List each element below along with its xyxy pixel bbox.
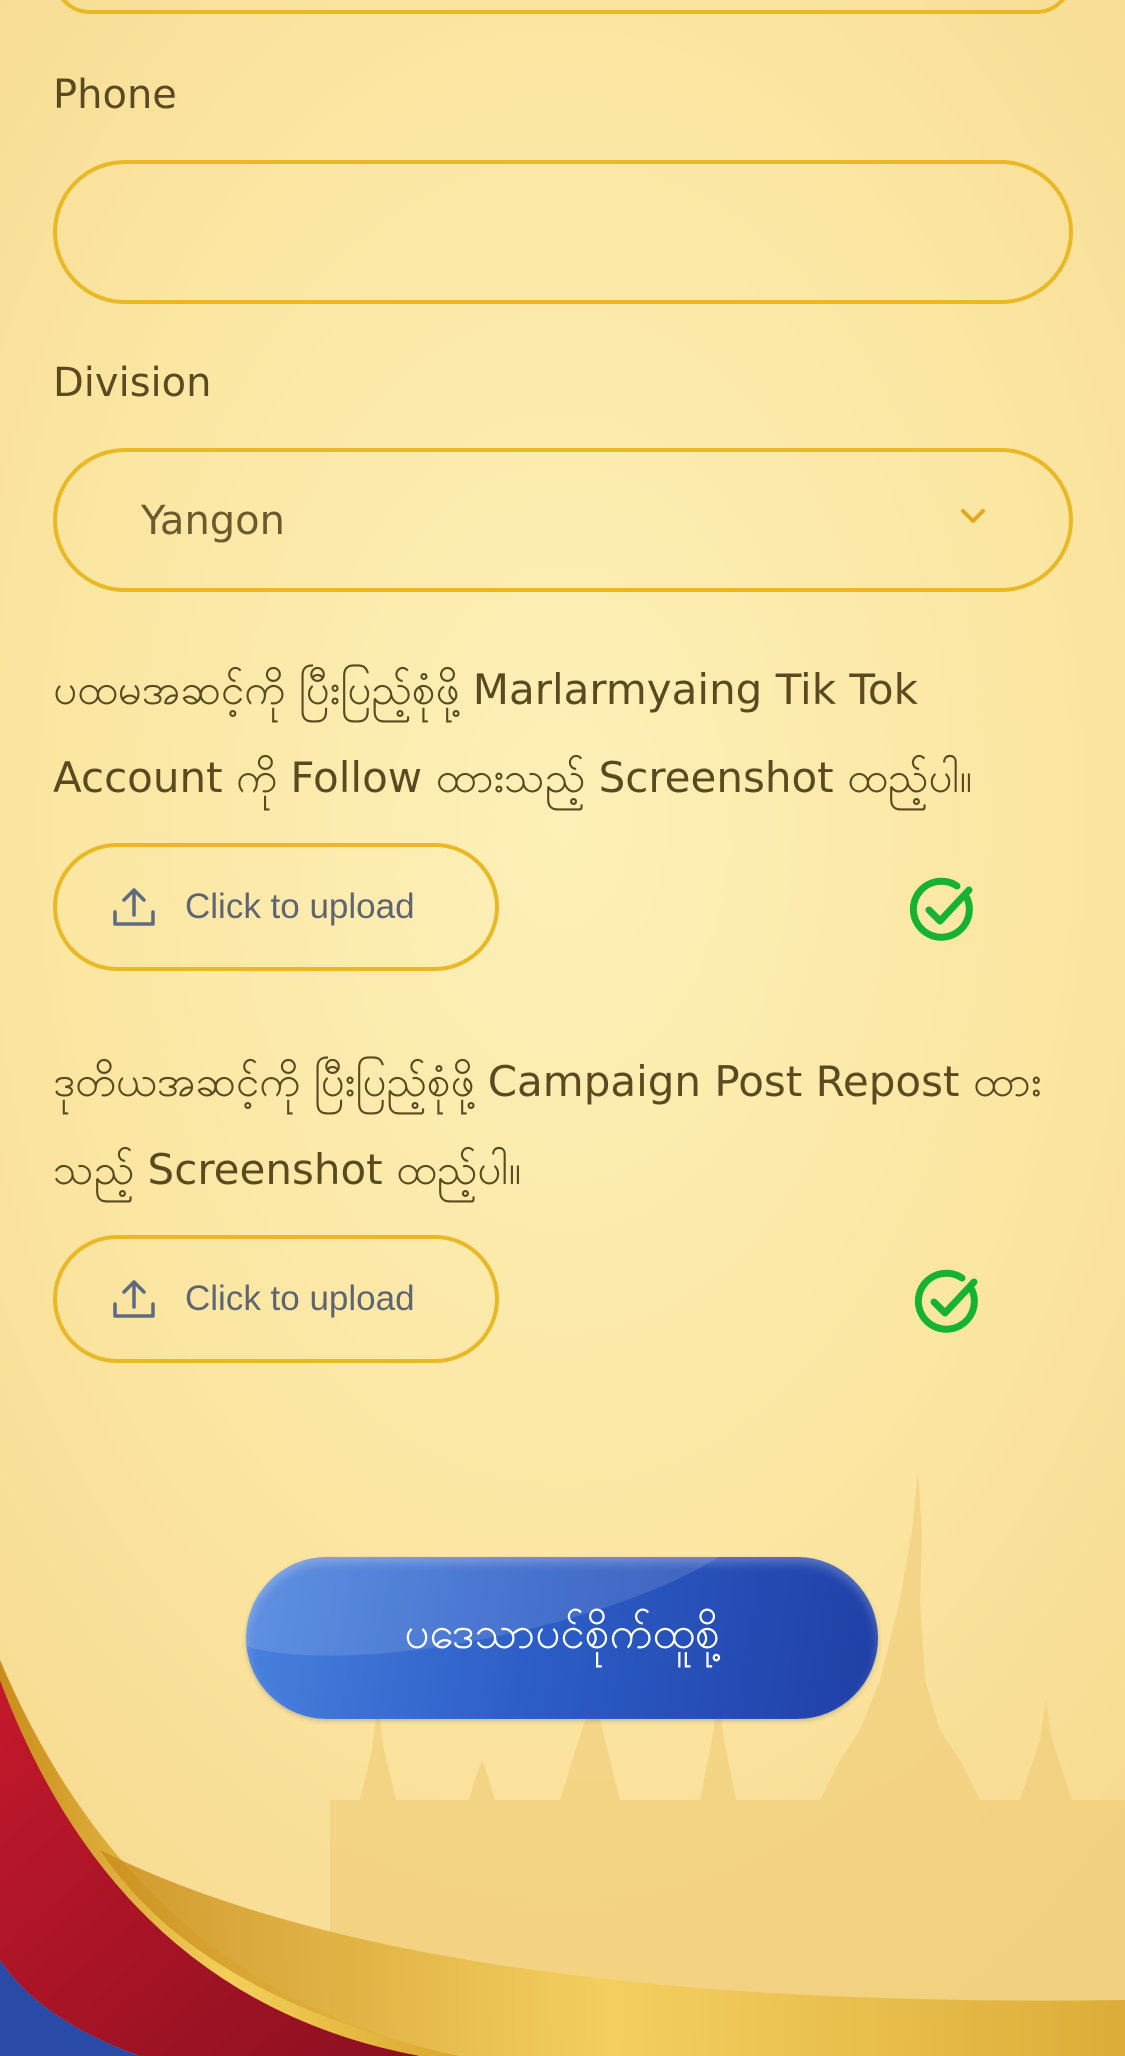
previous-input-field[interactable] bbox=[53, 0, 1073, 14]
check-circle-icon bbox=[909, 877, 973, 941]
phone-input[interactable] bbox=[53, 160, 1073, 304]
submit-label: ပဒေသာပင်စိုက်ထူစို့ bbox=[404, 1608, 720, 1659]
upload-icon bbox=[113, 888, 155, 926]
step-1-upload-button[interactable]: Click to upload bbox=[53, 843, 499, 971]
registration-form: Phone Division Yangon ပထမအဆင့်ကို ပြီးပြ… bbox=[0, 0, 1125, 2056]
chevron-down-icon bbox=[961, 509, 985, 523]
phone-label: Phone bbox=[53, 72, 177, 118]
upload-label: Click to upload bbox=[185, 1279, 415, 1318]
submit-button[interactable]: ပဒေသာပင်စိုက်ထူစို့ bbox=[246, 1557, 878, 1719]
check-circle-icon bbox=[914, 1269, 978, 1333]
step-2-upload-button[interactable]: Click to upload bbox=[53, 1235, 499, 1363]
division-select[interactable]: Yangon bbox=[53, 448, 1073, 592]
upload-label: Click to upload bbox=[185, 887, 415, 926]
step-1-instruction: ပထမအဆင့်ကို ပြီးပြည့်စုံဖို့ Marlarmyain… bbox=[53, 665, 973, 802]
division-label: Division bbox=[53, 360, 212, 406]
division-selected-value: Yangon bbox=[141, 498, 286, 544]
step-2-instruction: ဒုတိယအဆင့်ကို ပြီးပြည့်စုံဖို့ Campaign … bbox=[53, 1057, 1042, 1194]
upload-icon bbox=[113, 1280, 155, 1318]
